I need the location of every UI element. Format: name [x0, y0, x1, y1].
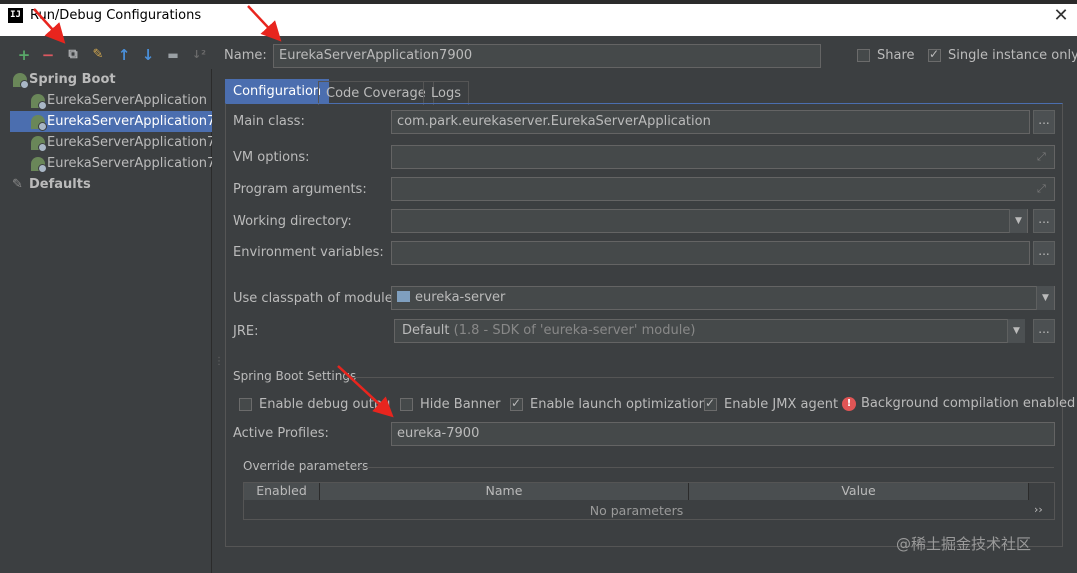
arrow-to-active-profiles: [337, 365, 394, 418]
annotation-arrows: [33, 5, 394, 418]
arrow-to-name-field: [247, 5, 282, 42]
arrow-to-copy-icon: [33, 8, 66, 44]
